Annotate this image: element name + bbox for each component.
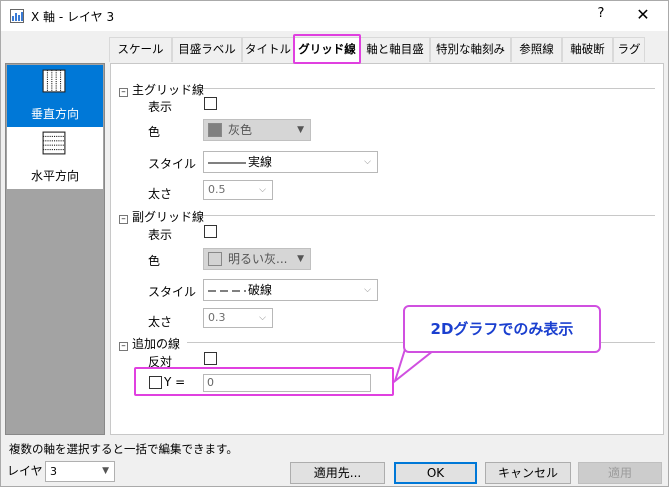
major-show-checkbox[interactable]: [204, 97, 217, 110]
axis-dialog: X 軸 - レイヤ 3 ? ✕ スケール 目盛ラベル タイトル グリッド線 軸と…: [0, 0, 669, 487]
minor-grid-heading-text: 副グリッド線: [132, 210, 205, 224]
minor-show-label: 表示: [148, 228, 173, 242]
cancel-button[interactable]: キャンセル: [485, 462, 571, 484]
app-icon: [10, 9, 24, 23]
vertical-grid-icon: [42, 69, 66, 93]
direction-panel: 垂直方向 水平方向: [5, 63, 105, 435]
close-button[interactable]: ✕: [625, 4, 661, 28]
collapse-icon: –: [119, 88, 128, 97]
apply-button[interactable]: 適用: [578, 462, 662, 484]
chevron-down-icon: ▼: [102, 466, 109, 476]
button-bar: レイヤ 3 ▼ 適用先... OK キャンセル 適用: [1, 458, 668, 486]
minor-color-label: 色: [148, 254, 161, 268]
minor-grid-heading[interactable]: – 副グリッド線: [119, 208, 204, 225]
major-thickness-value: 0.5: [208, 183, 226, 196]
major-style-value: 実線: [248, 155, 273, 169]
opposite-checkbox[interactable]: [204, 352, 217, 365]
chevron-down-icon: ⌵: [364, 285, 371, 295]
apply-to-button[interactable]: 適用先...: [290, 462, 385, 484]
ok-button[interactable]: OK: [394, 462, 477, 484]
tab-axis-and-ticks[interactable]: 軸と軸目盛: [360, 37, 430, 62]
minor-style-select[interactable]: 破線 ⌵: [203, 279, 378, 301]
chevron-down-icon: ▼: [297, 254, 304, 264]
major-grid-heading[interactable]: – 主グリッド線: [119, 81, 204, 98]
window-title: X 軸 - レイヤ 3: [31, 10, 115, 24]
dashed-line-icon: [208, 290, 246, 291]
major-color-value: 灰色: [228, 123, 253, 137]
color-swatch: [208, 252, 222, 266]
major-style-select[interactable]: 実線 ⌵: [203, 151, 378, 173]
collapse-icon: –: [119, 215, 128, 224]
status-text: 複数の軸を選択すると一括で編集できます。: [9, 442, 238, 456]
major-color-label: 色: [148, 125, 161, 139]
tab-rug[interactable]: ラグ: [613, 37, 645, 62]
major-style-label: スタイル: [148, 157, 197, 171]
tab-scale[interactable]: スケール: [109, 37, 172, 62]
minor-color-value: 明るい灰...: [228, 252, 288, 266]
minor-thickness-value: 0.3: [208, 311, 226, 324]
major-thickness-select[interactable]: 0.5 ⌵: [203, 180, 273, 200]
divider: [203, 215, 655, 216]
help-button[interactable]: ?: [587, 6, 615, 26]
chevron-down-icon: ⌵: [259, 185, 266, 195]
minor-thickness-label: 太さ: [148, 315, 173, 329]
sidebar-item-label: 垂直方向: [30, 107, 79, 121]
minor-style-label: スタイル: [148, 285, 197, 299]
minor-style-value: 破線: [248, 283, 273, 297]
layer-label: レイヤ: [7, 464, 43, 478]
tab-special-ticks[interactable]: 特別な軸刻み: [430, 37, 511, 62]
sidebar-item-vertical[interactable]: 垂直方向: [7, 65, 103, 127]
sidebar-item-label: 水平方向: [30, 169, 79, 183]
major-grid-heading-text: 主グリッド線: [132, 83, 205, 97]
additional-lines-heading-text: 追加の線: [132, 337, 181, 351]
tab-title[interactable]: タイトル: [242, 37, 294, 62]
minor-color-select[interactable]: 明るい灰... ▼: [203, 248, 311, 270]
title-bar: X 軸 - レイヤ 3 ? ✕: [1, 1, 668, 31]
chevron-down-icon: ⌵: [364, 157, 371, 167]
horizontal-grid-icon: [42, 131, 66, 155]
y-row-highlight-annotation: [134, 367, 394, 396]
tab-axis-break[interactable]: 軸破断: [562, 37, 613, 62]
layer-select[interactable]: 3 ▼: [45, 461, 115, 482]
sidebar-item-horizontal[interactable]: 水平方向: [7, 127, 103, 189]
layer-value: 3: [50, 465, 57, 478]
major-color-select[interactable]: 灰色 ▼: [203, 119, 311, 141]
chevron-down-icon: ▼: [297, 125, 304, 135]
additional-lines-heading[interactable]: – 追加の線: [119, 335, 180, 352]
color-swatch: [208, 123, 222, 137]
tab-highlight-annotation: [293, 34, 361, 64]
divider: [203, 88, 655, 89]
tab-tick-labels[interactable]: 目盛ラベル: [172, 37, 242, 62]
major-show-label: 表示: [148, 100, 173, 114]
tab-reference-lines[interactable]: 参照線: [511, 37, 562, 62]
minor-show-checkbox[interactable]: [204, 225, 217, 238]
chevron-down-icon: ⌵: [259, 313, 266, 323]
callout-note: 2Dグラフでのみ表示: [403, 305, 601, 353]
collapse-icon: –: [119, 342, 128, 351]
major-thickness-label: 太さ: [148, 187, 173, 201]
minor-thickness-select[interactable]: 0.3 ⌵: [203, 308, 273, 328]
solid-line-icon: [208, 162, 246, 163]
